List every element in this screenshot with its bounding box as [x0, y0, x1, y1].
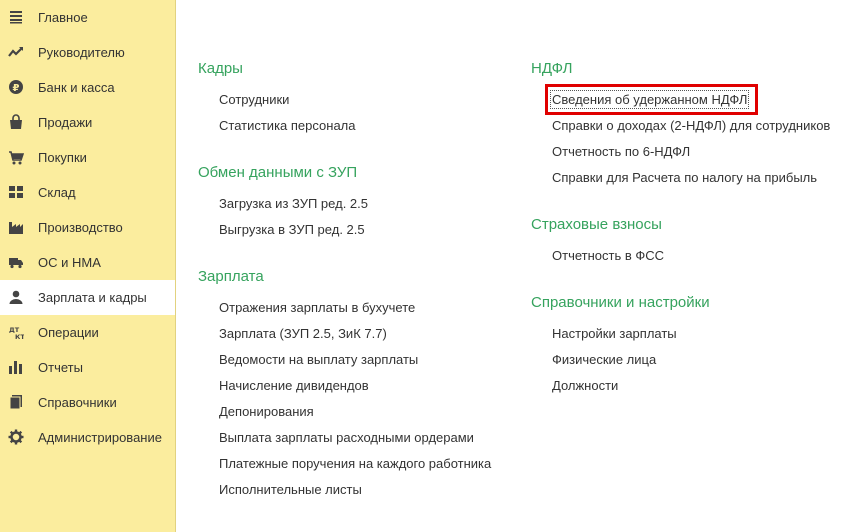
bar-chart-icon	[7, 358, 25, 376]
sidebar-item-label: Главное	[38, 10, 88, 25]
sidebar-item-sales[interactable]: Продажи	[0, 105, 175, 140]
link-profit-tax-certs[interactable]: Справки для Расчета по налогу на прибыль	[552, 170, 817, 185]
sidebar-item-label: Администрирование	[38, 430, 162, 445]
sidebar: Главное Руководителю ₽ Банк и касса Прод…	[0, 0, 176, 532]
section-title-kadry: Кадры	[198, 60, 243, 77]
link-payroll-settings[interactable]: Настройки зарплаты	[552, 326, 677, 341]
link-positions[interactable]: Должности	[552, 378, 618, 393]
sidebar-item-label: Склад	[38, 185, 76, 200]
link-2ndfl[interactable]: Справки о доходах (2-НДФЛ) для сотрудник…	[552, 118, 830, 133]
sidebar-item-production[interactable]: Производство	[0, 210, 175, 245]
link-employees[interactable]: Сотрудники	[219, 92, 289, 107]
link-fss-reports[interactable]: Отчетность в ФСС	[552, 248, 664, 263]
sidebar-item-reports[interactable]: Отчеты	[0, 350, 175, 385]
link-dividends[interactable]: Начисление дивидендов	[219, 378, 369, 393]
sidebar-item-payroll[interactable]: Зарплата и кадры	[0, 280, 175, 315]
shopping-bag-icon	[7, 113, 25, 131]
sidebar-item-label: Отчеты	[38, 360, 83, 375]
link-6ndfl[interactable]: Отчетность по 6-НДФЛ	[552, 144, 690, 159]
sidebar-item-label: ОС и НМА	[38, 255, 101, 270]
section-title-insurance: Страховые взносы	[531, 216, 662, 233]
sidebar-item-label: Покупки	[38, 150, 87, 165]
sidebar-item-label: Операции	[38, 325, 99, 340]
svg-text:₽: ₽	[13, 83, 20, 94]
sidebar-item-assets[interactable]: ОС и НМА	[0, 245, 175, 280]
sidebar-item-admin[interactable]: Администрирование	[0, 420, 175, 455]
link-payroll-zup-zik[interactable]: Зарплата (ЗУП 2.5, ЗиК 7.7)	[219, 326, 387, 341]
link-payroll-accounting[interactable]: Отражения зарплаты в бухучете	[219, 300, 415, 315]
link-writs[interactable]: Исполнительные листы	[219, 482, 362, 497]
link-payment-orders[interactable]: Платежные поручения на каждого работника	[219, 456, 491, 471]
svg-text:КТ: КТ	[15, 333, 24, 340]
link-withheld-ndfl[interactable]: Сведения об удержанном НДФЛ	[549, 90, 750, 109]
link-individuals[interactable]: Физические лица	[552, 352, 656, 367]
menu-lines-icon	[7, 8, 25, 26]
sidebar-item-operations[interactable]: ДТ КТ Операции	[0, 315, 175, 350]
truck-icon	[7, 253, 25, 271]
sidebar-item-label: Зарплата и кадры	[38, 290, 147, 305]
sidebar-item-warehouse[interactable]: Склад	[0, 175, 175, 210]
section-title-settings: Справочники и настройки	[531, 294, 710, 311]
ruble-coin-icon: ₽	[7, 78, 25, 96]
sidebar-item-manager[interactable]: Руководителю	[0, 35, 175, 70]
sidebar-item-label: Производство	[38, 220, 123, 235]
link-depositions[interactable]: Депонирования	[219, 404, 314, 419]
sidebar-item-main[interactable]: Главное	[0, 0, 175, 35]
link-staff-statistics[interactable]: Статистика персонала	[219, 118, 356, 133]
gear-icon	[7, 428, 25, 446]
sidebar-item-purchases[interactable]: Покупки	[0, 140, 175, 175]
person-icon	[7, 288, 25, 306]
link-payment-statements[interactable]: Ведомости на выплату зарплаты	[219, 352, 418, 367]
sidebar-item-label: Продажи	[38, 115, 93, 130]
trend-line-icon	[7, 43, 25, 61]
books-icon	[7, 393, 25, 411]
link-zup-import[interactable]: Загрузка из ЗУП ред. 2.5	[219, 196, 368, 211]
section-title-payroll: Зарплата	[198, 268, 264, 285]
sidebar-item-directories[interactable]: Справочники	[0, 385, 175, 420]
section-title-zup-exchange: Обмен данными с ЗУП	[198, 164, 358, 181]
link-zup-export[interactable]: Выгрузка в ЗУП ред. 2.5	[219, 222, 365, 237]
section-title-ndfl: НДФЛ	[531, 60, 573, 77]
sidebar-item-label: Руководителю	[38, 45, 125, 60]
debit-credit-icon: ДТ КТ	[7, 323, 25, 341]
sidebar-item-label: Банк и касса	[38, 80, 115, 95]
sidebar-item-bank[interactable]: ₽ Банк и касса	[0, 70, 175, 105]
link-cash-orders[interactable]: Выплата зарплаты расходными ордерами	[219, 430, 474, 445]
shopping-cart-icon	[7, 148, 25, 166]
warehouse-grid-icon	[7, 183, 25, 201]
factory-icon	[7, 218, 25, 236]
sidebar-item-label: Справочники	[38, 395, 117, 410]
